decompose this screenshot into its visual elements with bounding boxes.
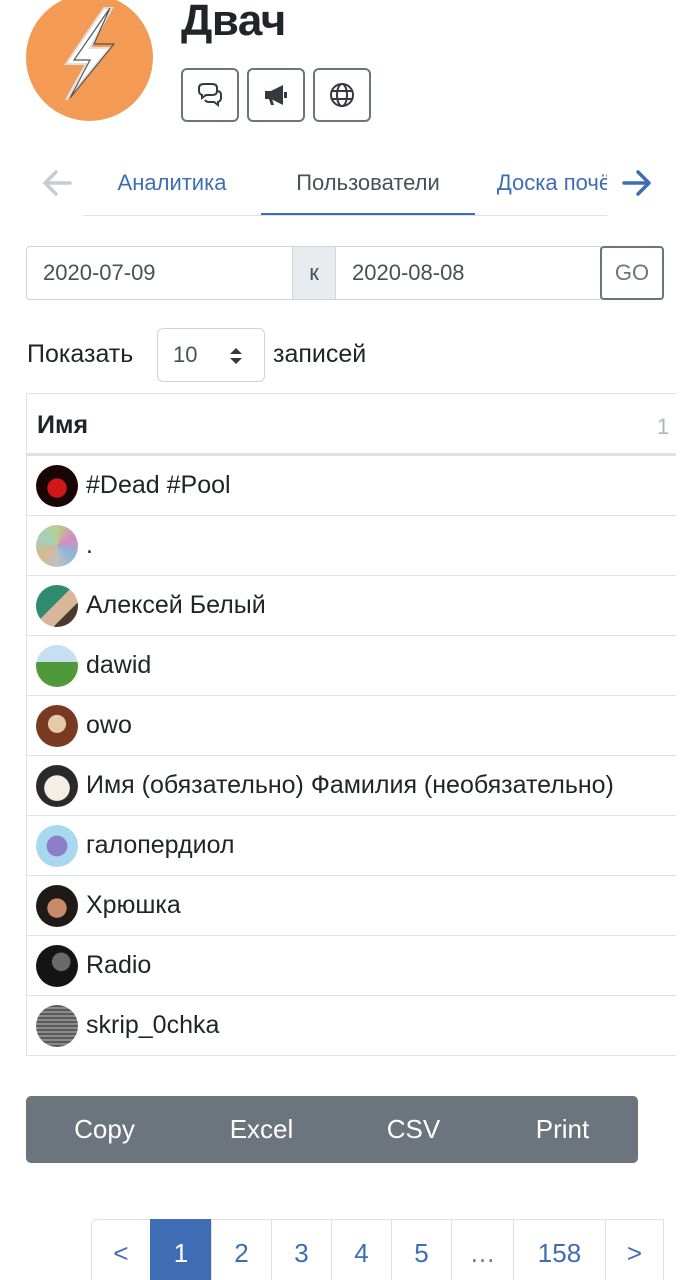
user-name[interactable]: Имя (обязательно) Фамилия (необязательно… — [86, 756, 614, 814]
table-row[interactable]: Алексей Белый — [27, 576, 676, 636]
csv-button[interactable]: CSV — [340, 1096, 487, 1163]
page-length-select[interactable]: 10 — [157, 328, 265, 382]
page-prev-button[interactable]: < — [91, 1219, 151, 1280]
user-name[interactable]: . — [86, 516, 93, 574]
avatar — [36, 1005, 78, 1047]
date-range: 2020-07-09 к 2020-08-08 GO — [26, 246, 664, 300]
table-row[interactable]: . — [27, 516, 676, 576]
column-header-count[interactable]: 1 — [657, 394, 669, 460]
arrow-right-icon — [622, 170, 651, 196]
avatar — [36, 825, 78, 867]
table-row[interactable]: skrip_0chka — [27, 996, 676, 1056]
avatar — [36, 705, 78, 747]
page-button-5[interactable]: 5 — [391, 1219, 452, 1280]
user-name[interactable]: dawid — [86, 636, 151, 694]
tab-viewport: Аналитика Пользователи Доска почёта — [83, 150, 607, 216]
tab-users[interactable]: Пользователи — [261, 150, 475, 215]
table-row[interactable]: #Dead #Pool — [27, 456, 676, 516]
date-to-input[interactable]: 2020-08-08 — [335, 246, 601, 300]
web-button[interactable] — [313, 68, 371, 122]
avatar — [36, 525, 78, 567]
page-button-158[interactable]: 158 — [513, 1219, 606, 1280]
user-name[interactable]: Хрюшка — [86, 876, 181, 934]
table-row[interactable]: Имя (обязательно) Фамилия (необязательно… — [27, 756, 676, 816]
megaphone-icon — [265, 85, 287, 105]
tabs-scroll-left-button[interactable] — [40, 166, 74, 200]
user-name[interactable]: owo — [86, 696, 132, 754]
user-name[interactable]: Алексей Белый — [86, 576, 266, 634]
app-logo — [26, 0, 153, 121]
globe-icon — [330, 83, 354, 107]
chat-bubbles-icon — [198, 83, 222, 107]
user-name[interactable]: галопердиол — [86, 816, 235, 874]
user-name[interactable]: #Dead #Pool — [86, 456, 231, 514]
date-from-input[interactable]: 2020-07-09 — [26, 246, 293, 300]
avatar — [36, 885, 78, 927]
user-name[interactable]: skrip_0chka — [86, 996, 219, 1054]
page-ellipsis: … — [451, 1219, 514, 1280]
page-button-1[interactable]: 1 — [150, 1219, 212, 1280]
length-prefix: Показать — [27, 340, 134, 368]
table-row[interactable]: галопердиол — [27, 816, 676, 876]
arrow-left-icon — [43, 170, 72, 196]
page-next-button[interactable]: > — [605, 1219, 664, 1280]
export-button-group: Copy Excel CSV Print — [26, 1096, 638, 1163]
tab-bar: Аналитика Пользователи Доска почёта — [26, 150, 664, 220]
excel-button[interactable]: Excel — [183, 1096, 340, 1163]
tab-honor-board[interactable]: Доска почёта — [475, 150, 607, 215]
page-button-4[interactable]: 4 — [331, 1219, 392, 1280]
table-row[interactable]: Radio — [27, 936, 676, 996]
avatar — [36, 465, 78, 507]
sort-caret-icon — [230, 348, 242, 364]
length-suffix: записей — [273, 340, 367, 368]
copy-button[interactable]: Copy — [26, 1096, 183, 1163]
page-length-value: 10 — [173, 342, 198, 367]
user-name[interactable]: Radio — [86, 936, 151, 994]
avatar — [36, 645, 78, 687]
users-table: Имя 1 #Dead #Pool . Алексей Белый dawid … — [26, 393, 676, 1056]
app-title: Двач — [181, 0, 286, 45]
go-button[interactable]: GO — [600, 246, 664, 300]
table-row[interactable]: dawid — [27, 636, 676, 696]
avatar — [36, 945, 78, 987]
avatar — [36, 585, 78, 627]
column-header-name[interactable]: Имя — [37, 394, 88, 456]
page-button-3[interactable]: 3 — [271, 1219, 332, 1280]
chat-button[interactable] — [181, 68, 239, 122]
page-button-2[interactable]: 2 — [211, 1219, 272, 1280]
tab-analytics[interactable]: Аналитика — [83, 150, 261, 215]
table-header: Имя 1 — [27, 394, 676, 456]
print-button[interactable]: Print — [487, 1096, 638, 1163]
table-row[interactable]: Хрюшка — [27, 876, 676, 936]
date-separator: к — [292, 246, 336, 300]
lightning-icon — [64, 7, 116, 101]
table-row[interactable]: owo — [27, 696, 676, 756]
avatar — [36, 765, 78, 807]
announce-button[interactable] — [247, 68, 305, 122]
tabs-scroll-right-button[interactable] — [620, 166, 654, 200]
